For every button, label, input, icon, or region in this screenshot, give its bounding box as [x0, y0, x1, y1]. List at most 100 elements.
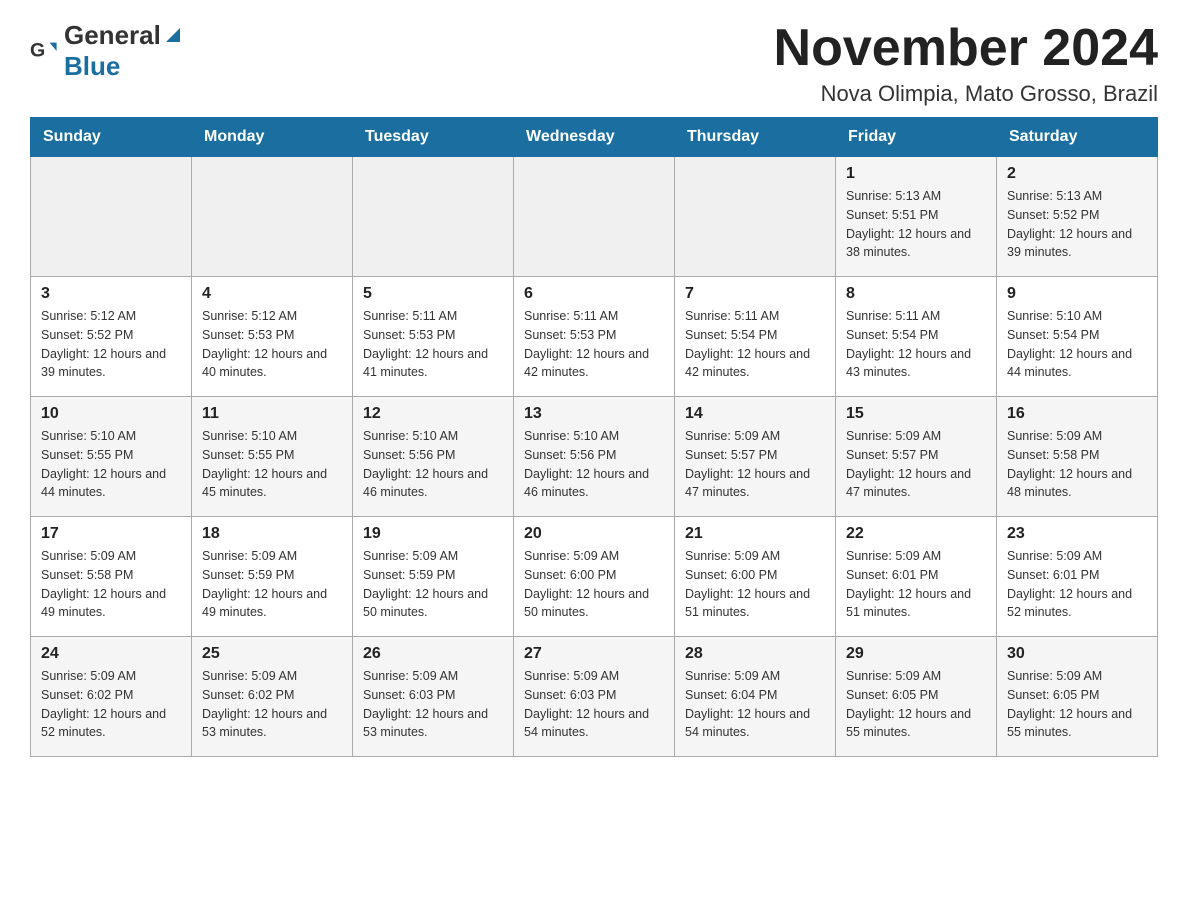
day-number: 6	[524, 285, 664, 303]
day-info: Sunrise: 5:09 AMSunset: 5:58 PMDaylight:…	[41, 547, 181, 622]
header-thursday: Thursday	[675, 118, 836, 157]
calendar-cell: 23Sunrise: 5:09 AMSunset: 6:01 PMDayligh…	[997, 517, 1158, 637]
day-number: 3	[41, 285, 181, 303]
day-number: 19	[363, 525, 503, 543]
calendar-cell: 15 Sunrise: 5:09 AMSunset: 5:57 PMDayligh…	[836, 397, 997, 517]
calendar-cell	[675, 157, 836, 277]
day-info: Sunrise: 5:10 AMSunset: 5:54 PMDaylight:…	[1007, 307, 1147, 382]
calendar-cell: 7 Sunrise: 5:11 AMSunset: 5:54 PMDaylight…	[675, 277, 836, 397]
day-info: Sunrise: 5:10 AMSunset: 5:55 PMDaylight:…	[202, 427, 342, 502]
day-info: Sunrise: 5:13 AMSunset: 5:51 PMDaylight:…	[846, 187, 986, 262]
calendar-cell: 26 Sunrise: 5:09 AMSunset: 6:03 PMDayligh…	[353, 637, 514, 757]
logo: G General Blue	[30, 20, 186, 82]
calendar-week-1: 1Sunrise: 5:13 AMSunset: 5:51 PMDaylight…	[31, 157, 1158, 277]
day-info: Sunrise: 5:09 AMSunset: 6:05 PMDaylight:…	[846, 667, 986, 742]
calendar-cell: 19 Sunrise: 5:09 AMSunset: 5:59 PMDayligh…	[353, 517, 514, 637]
day-info: Sunrise: 5:09 AMSunset: 5:57 PMDaylight:…	[846, 427, 986, 502]
day-number: 16	[1007, 405, 1147, 423]
calendar-cell: 9Sunrise: 5:10 AMSunset: 5:54 PMDaylight…	[997, 277, 1158, 397]
day-number: 8	[846, 285, 986, 303]
calendar-week-5: 24 Sunrise: 5:09 AMSunset: 6:02 PMDayligh…	[31, 637, 1158, 757]
calendar-cell: 3 Sunrise: 5:12 AMSunset: 5:52 PMDaylight…	[31, 277, 192, 397]
calendar-table: SundayMondayTuesdayWednesdayThursdayFrid…	[30, 117, 1158, 757]
calendar-cell	[514, 157, 675, 277]
calendar-week-3: 10 Sunrise: 5:10 AMSunset: 5:55 PMDayligh…	[31, 397, 1158, 517]
calendar-cell: 8 Sunrise: 5:11 AMSunset: 5:54 PMDaylight…	[836, 277, 997, 397]
day-info: Sunrise: 5:09 AMSunset: 6:00 PMDaylight:…	[685, 547, 825, 622]
day-info: Sunrise: 5:09 AMSunset: 6:03 PMDaylight:…	[524, 667, 664, 742]
svg-text:G: G	[30, 40, 45, 62]
day-number: 12	[363, 405, 503, 423]
calendar-cell: 14 Sunrise: 5:09 AMSunset: 5:57 PMDayligh…	[675, 397, 836, 517]
day-number: 18	[202, 525, 342, 543]
header-tuesday: Tuesday	[353, 118, 514, 157]
day-info: Sunrise: 5:10 AMSunset: 5:56 PMDaylight:…	[363, 427, 503, 502]
calendar-cell	[353, 157, 514, 277]
calendar-cell: 12 Sunrise: 5:10 AMSunset: 5:56 PMDayligh…	[353, 397, 514, 517]
day-number: 24	[41, 645, 181, 663]
day-info: Sunrise: 5:09 AMSunset: 5:59 PMDaylight:…	[202, 547, 342, 622]
day-info: Sunrise: 5:09 AMSunset: 5:58 PMDaylight:…	[1007, 427, 1147, 502]
header-sunday: Sunday	[31, 118, 192, 157]
day-number: 17	[41, 525, 181, 543]
calendar-cell: 28Sunrise: 5:09 AMSunset: 6:04 PMDayligh…	[675, 637, 836, 757]
calendar-cell: 18 Sunrise: 5:09 AMSunset: 5:59 PMDayligh…	[192, 517, 353, 637]
day-info: Sunrise: 5:13 AMSunset: 5:52 PMDaylight:…	[1007, 187, 1147, 262]
day-number: 14	[685, 405, 825, 423]
calendar-cell: 4 Sunrise: 5:12 AMSunset: 5:53 PMDaylight…	[192, 277, 353, 397]
calendar-week-2: 3 Sunrise: 5:12 AMSunset: 5:52 PMDaylight…	[31, 277, 1158, 397]
calendar-cell: 30 Sunrise: 5:09 AMSunset: 6:05 PMDayligh…	[997, 637, 1158, 757]
day-info: Sunrise: 5:12 AMSunset: 5:52 PMDaylight:…	[41, 307, 181, 382]
day-number: 27	[524, 645, 664, 663]
location-title: Nova Olimpia, Mato Grosso, Brazil	[774, 81, 1158, 107]
calendar-week-4: 17 Sunrise: 5:09 AMSunset: 5:58 PMDayligh…	[31, 517, 1158, 637]
day-number: 20	[524, 525, 664, 543]
day-number: 5	[363, 285, 503, 303]
calendar-cell: 17 Sunrise: 5:09 AMSunset: 5:58 PMDayligh…	[31, 517, 192, 637]
day-number: 4	[202, 285, 342, 303]
day-number: 26	[363, 645, 503, 663]
logo-text-general: General	[64, 20, 161, 51]
header-monday: Monday	[192, 118, 353, 157]
day-number: 30	[1007, 645, 1147, 663]
calendar-cell: 2 Sunrise: 5:13 AMSunset: 5:52 PMDaylight…	[997, 157, 1158, 277]
calendar-header-row: SundayMondayTuesdayWednesdayThursdayFrid…	[31, 118, 1158, 157]
calendar-cell: 13Sunrise: 5:10 AMSunset: 5:56 PMDayligh…	[514, 397, 675, 517]
day-number: 21	[685, 525, 825, 543]
day-number: 11	[202, 405, 342, 423]
month-title: November 2024	[774, 20, 1158, 77]
day-info: Sunrise: 5:09 AMSunset: 6:02 PMDaylight:…	[202, 667, 342, 742]
day-info: Sunrise: 5:12 AMSunset: 5:53 PMDaylight:…	[202, 307, 342, 382]
day-number: 10	[41, 405, 181, 423]
day-number: 28	[685, 645, 825, 663]
day-number: 2	[1007, 165, 1147, 183]
calendar-cell: 6 Sunrise: 5:11 AMSunset: 5:53 PMDaylight…	[514, 277, 675, 397]
day-info: Sunrise: 5:11 AMSunset: 5:54 PMDaylight:…	[846, 307, 986, 382]
day-number: 15	[846, 405, 986, 423]
day-info: Sunrise: 5:09 AMSunset: 5:59 PMDaylight:…	[363, 547, 503, 622]
day-info: Sunrise: 5:10 AMSunset: 5:55 PMDaylight:…	[41, 427, 181, 502]
day-info: Sunrise: 5:09 AMSunset: 6:02 PMDaylight:…	[41, 667, 181, 742]
calendar-cell: 10 Sunrise: 5:10 AMSunset: 5:55 PMDayligh…	[31, 397, 192, 517]
day-number: 22	[846, 525, 986, 543]
header-friday: Friday	[836, 118, 997, 157]
calendar-cell	[192, 157, 353, 277]
day-info: Sunrise: 5:09 AMSunset: 6:05 PMDaylight:…	[1007, 667, 1147, 742]
day-info: Sunrise: 5:09 AMSunset: 6:00 PMDaylight:…	[524, 547, 664, 622]
day-number: 23	[1007, 525, 1147, 543]
day-info: Sunrise: 5:09 AMSunset: 6:03 PMDaylight:…	[363, 667, 503, 742]
day-info: Sunrise: 5:11 AMSunset: 5:53 PMDaylight:…	[363, 307, 503, 382]
day-info: Sunrise: 5:11 AMSunset: 5:54 PMDaylight:…	[685, 307, 825, 382]
day-number: 7	[685, 285, 825, 303]
day-number: 29	[846, 645, 986, 663]
day-info: Sunrise: 5:09 AMSunset: 5:57 PMDaylight:…	[685, 427, 825, 502]
calendar-cell: 5 Sunrise: 5:11 AMSunset: 5:53 PMDaylight…	[353, 277, 514, 397]
logo-triangle-icon	[162, 24, 184, 46]
calendar-cell: 25 Sunrise: 5:09 AMSunset: 6:02 PMDayligh…	[192, 637, 353, 757]
calendar-cell: 24 Sunrise: 5:09 AMSunset: 6:02 PMDayligh…	[31, 637, 192, 757]
day-number: 25	[202, 645, 342, 663]
calendar-cell: 27 Sunrise: 5:09 AMSunset: 6:03 PMDayligh…	[514, 637, 675, 757]
calendar-cell: 22Sunrise: 5:09 AMSunset: 6:01 PMDayligh…	[836, 517, 997, 637]
title-block: November 2024 Nova Olimpia, Mato Grosso,…	[774, 20, 1158, 107]
day-info: Sunrise: 5:11 AMSunset: 5:53 PMDaylight:…	[524, 307, 664, 382]
